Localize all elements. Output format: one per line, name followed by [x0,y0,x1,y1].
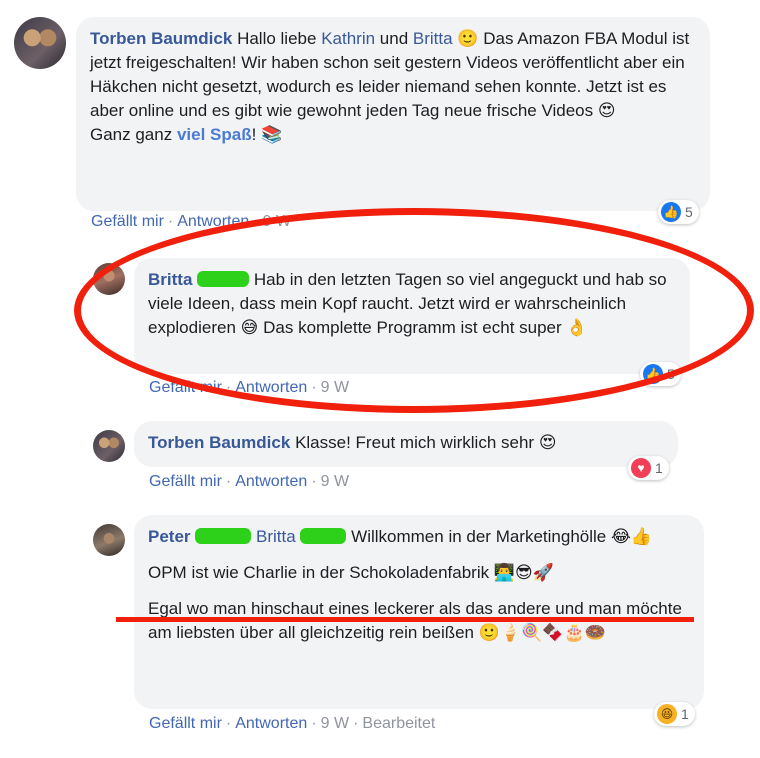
comment-text: OPM ist wie Charlie in der Schokoladenfa… [148,563,490,582]
comment-bubble-4: Peter Britta Willkommen in der Marketing… [134,515,704,709]
like-icon: 👍 [643,364,663,384]
love-icon: ♥ [631,458,651,478]
comment-text: Ganz ganz [90,125,173,144]
sweat-smile-emoji-icon: 😅 [240,318,259,338]
comment-bubble-1: Torben Baumdick Hallo liebe Kathrin und … [76,17,710,211]
comment-bubble-3: Torben Baumdick Klasse! Freut mich wirkl… [134,421,678,467]
chocolate-emoji-icon: 🍫 [542,623,564,643]
author-name[interactable]: Peter [148,527,191,546]
smile-emoji-icon: 🙂 [457,29,479,49]
hashtag-link[interactable]: viel Spaß [177,125,252,144]
mention-britta[interactable]: Britta [256,527,296,546]
timestamp[interactable]: 9 W [263,213,291,230]
comment-actions: Gefällt mir · Antworten · 9 W [91,213,292,230]
ok-hand-emoji-icon: 👌 [566,318,588,338]
mention-britta[interactable]: Britta [413,29,453,48]
comment-text: Das komplette Programm ist echt super [263,318,562,337]
comment-bubble-2: Britta Hab in den letzten Tagen so viel … [134,258,690,374]
like-link[interactable]: Gefällt mir [91,213,164,230]
red-underline-annotation [116,617,694,622]
reply-link[interactable]: Antworten [235,379,307,396]
timestamp[interactable]: 9 W [321,473,349,490]
heart-eyes-emoji-icon: 😍 [597,101,616,121]
redaction-mark [195,528,252,544]
avatar-britta[interactable] [93,263,125,295]
reaction-badge[interactable]: 👍 5 [640,362,681,386]
comment-text: Hallo liebe [237,29,317,48]
reaction-count: 5 [667,366,675,382]
author-name[interactable]: Torben Baumdick [148,433,290,452]
redaction-mark [197,271,250,287]
comment-text: Willkommen in der Marketinghölle [351,527,607,546]
reply-link[interactable]: Antworten [177,213,249,230]
comment-text: und [379,29,409,48]
smile-emoji-icon: 🙂 [478,623,500,643]
comment-actions: Gefällt mir · Antworten · 9 W [149,473,350,490]
like-link[interactable]: Gefällt mir [149,715,222,732]
avatar-torben[interactable] [14,17,66,69]
thumbs-up-emoji-icon: 👍 [630,527,653,547]
like-link[interactable]: Gefällt mir [149,379,222,396]
reaction-count: 5 [685,204,693,220]
rocket-emoji-icon: 🚀 [532,563,554,583]
avatar-peter[interactable] [93,524,125,556]
edited-label[interactable]: Bearbeitet [362,715,435,732]
lollipop-emoji-icon: 🍭 [521,623,543,643]
like-link[interactable]: Gefällt mir [149,473,222,490]
comment-text: Klasse! Freut mich wirklich sehr [295,433,535,452]
haha-icon: 😆 [657,704,677,724]
joy-emoji-icon: 😂 [610,527,631,547]
comment-actions: Gefällt mir · Antworten · 9 W [149,379,350,396]
avatar-torben[interactable] [93,430,125,462]
timestamp[interactable]: 9 W [321,379,349,396]
comment-text: ! [251,125,257,144]
timestamp[interactable]: 9 W [321,715,349,732]
reply-link[interactable]: Antworten [235,715,307,732]
reaction-badge[interactable]: 👍 5 [658,200,699,224]
reaction-badge[interactable]: ♥ 1 [628,456,669,480]
reaction-count: 1 [655,460,663,476]
reaction-badge[interactable]: 😆 1 [654,702,695,726]
redaction-mark [300,528,347,544]
like-icon: 👍 [661,202,681,222]
technologist-emoji-icon: 👨‍💻 [493,563,516,583]
sunglasses-emoji-icon: 😎 [515,563,533,583]
author-name[interactable]: Torben Baumdick [90,29,232,48]
reply-link[interactable]: Antworten [235,473,307,490]
books-emoji-icon: 📚 [261,125,283,145]
ice-cream-emoji-icon: 🍦 [499,623,522,643]
doughnut-emoji-icon: 🍩 [584,623,606,643]
mention-kathrin[interactable]: Kathrin [321,29,375,48]
heart-eyes-emoji-icon: 😍 [538,433,557,453]
reaction-count: 1 [681,706,689,722]
comment-actions: Gefällt mir · Antworten · 9 W · Bearbeitet [149,715,436,732]
author-name[interactable]: Britta [148,270,192,289]
cake-emoji-icon: 🎂 [563,623,585,643]
